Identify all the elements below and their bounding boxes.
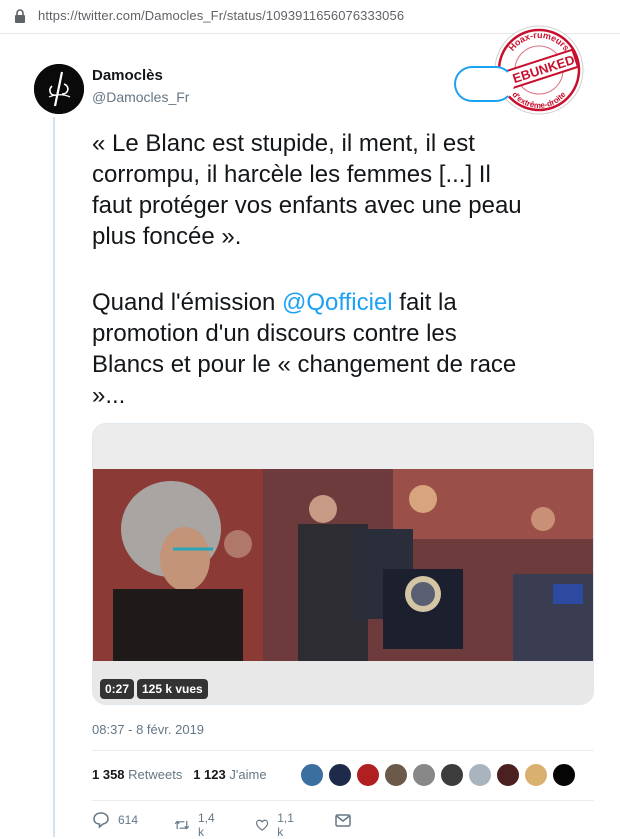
liker-avatar[interactable] xyxy=(356,763,380,787)
retweet-action[interactable]: 1,4 k xyxy=(174,811,219,839)
direct-message-action[interactable] xyxy=(334,811,360,829)
liker-avatar[interactable] xyxy=(552,763,576,787)
liker-avatar[interactable] xyxy=(300,763,324,787)
retweets-label[interactable]: Retweets xyxy=(128,767,182,782)
sword-logo-icon xyxy=(34,64,84,114)
tweet-text-line: « Le Blanc est stupide, il ment, il est xyxy=(92,130,475,157)
reply-icon xyxy=(93,812,109,829)
author-display-name[interactable]: Damoclès xyxy=(92,67,163,84)
envelope-icon xyxy=(335,814,351,827)
liker-avatar[interactable] xyxy=(496,763,520,787)
tweet-text-fragment: fait la xyxy=(392,289,457,316)
tweet-text-fragment: Quand l'émission xyxy=(92,289,283,316)
retweet-count: 1,4 k xyxy=(197,811,215,839)
liker-avatar[interactable] xyxy=(524,763,548,787)
video-player[interactable] xyxy=(92,423,594,705)
liker-avatar[interactable] xyxy=(328,763,352,787)
liker-avatar[interactable] xyxy=(468,763,492,787)
divider xyxy=(92,800,594,801)
video-duration-badge: 0:27 xyxy=(100,679,135,699)
heart-icon xyxy=(255,819,269,831)
tweet-text-line: plus foncée ». xyxy=(92,223,242,250)
likes-label[interactable]: J'aime xyxy=(229,767,266,782)
liker-avatar[interactable] xyxy=(440,763,464,787)
tweet-text-line: »... xyxy=(92,382,126,409)
tweet: Damoclès @Damocles_Fr « Le Blanc est stu… xyxy=(0,0,620,839)
author-handle[interactable]: @Damocles_Fr xyxy=(92,89,189,105)
tweet-text-line: Quand l'émission @Qofficiel fait la xyxy=(92,287,592,318)
like-count: 1,1 k xyxy=(277,811,294,839)
divider xyxy=(92,750,594,751)
engagement-stats: 1 358 Retweets 1 123 J'aime xyxy=(92,767,267,782)
video-views-badge: 125 k vues xyxy=(137,679,208,699)
tweet-text-line: Blancs et pour le « changement de race xyxy=(92,351,517,378)
follow-button[interactable] xyxy=(454,66,514,102)
video-thumbnail xyxy=(93,424,593,704)
liker-avatar[interactable] xyxy=(384,763,408,787)
tweet-text-line: corrompu, il harcèle les femmes [...] Il xyxy=(92,161,491,188)
tweet-text-line: faut protéger vos enfants avec une peau xyxy=(92,192,522,219)
author-avatar[interactable] xyxy=(34,64,84,114)
tweet-text-line: promotion d'un discours contre les xyxy=(92,320,457,347)
likes-count[interactable]: 1 123 xyxy=(193,767,226,782)
reply-count: 614 xyxy=(118,813,139,827)
reply-action[interactable]: 614 xyxy=(92,811,138,829)
like-action[interactable]: 1,1 k xyxy=(255,811,298,839)
mention-link[interactable]: @Qofficiel xyxy=(282,289,393,316)
tweet-timestamp[interactable]: 08:37 - 8 févr. 2019 xyxy=(92,722,204,737)
retweets-count[interactable]: 1 358 xyxy=(92,767,125,782)
liker-avatar[interactable] xyxy=(412,763,436,787)
thread-connector-line xyxy=(53,117,55,837)
retweet-icon xyxy=(174,820,190,830)
